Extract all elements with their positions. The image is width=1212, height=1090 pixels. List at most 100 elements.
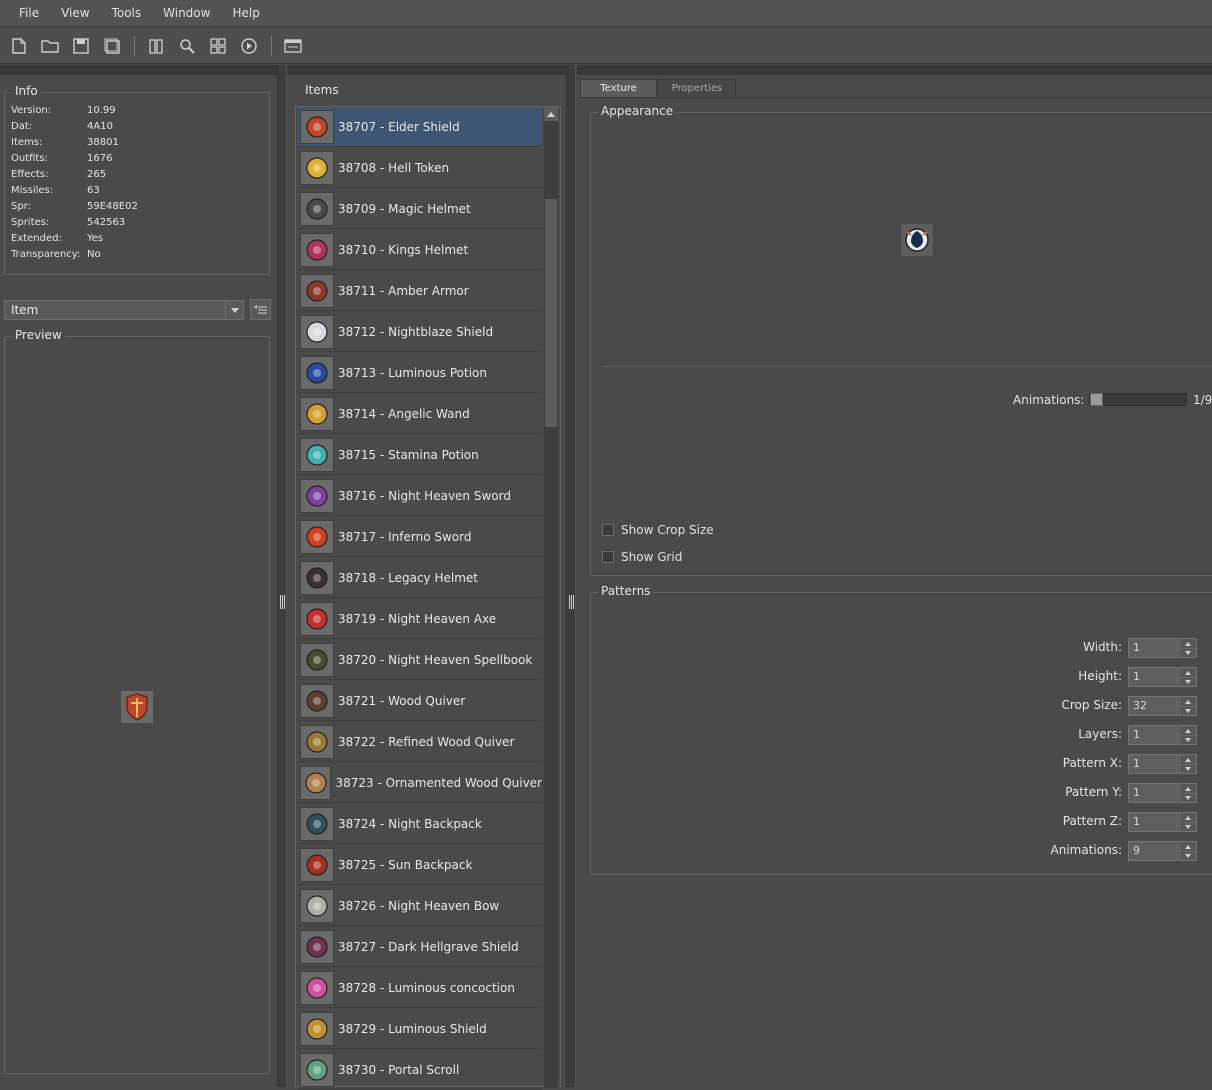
spin-up-icon[interactable]: [1180, 813, 1196, 822]
spin-down-icon[interactable]: [1180, 851, 1196, 860]
list-item[interactable]: 38728 - Luminous concoction: [298, 968, 542, 1008]
list-item[interactable]: 38714 - Angelic Wand: [298, 394, 542, 434]
toolbar: [0, 28, 1212, 64]
show-crop-size-row[interactable]: Show Crop Size: [602, 523, 714, 537]
spin-up-icon[interactable]: [1180, 784, 1196, 793]
item-sprite-icon: [300, 560, 334, 595]
sprite-grid-button[interactable]: [207, 35, 229, 57]
spin-down-icon[interactable]: [1180, 735, 1196, 744]
find-button[interactable]: [176, 35, 198, 57]
spin-down-icon[interactable]: [1180, 793, 1196, 802]
pattern-field-input[interactable]: 1: [1128, 754, 1178, 774]
menu-help[interactable]: Help: [221, 0, 270, 27]
pattern-field-input[interactable]: 1: [1128, 667, 1178, 687]
spin-down-icon[interactable]: [1180, 822, 1196, 831]
item-label: 38710 - Kings Helmet: [338, 242, 469, 257]
list-item[interactable]: 38723 - Ornamented Wood Quiver: [298, 763, 542, 803]
list-item[interactable]: 38710 - Kings Helmet: [298, 230, 542, 270]
scroll-up-arrow-icon[interactable]: [544, 107, 558, 121]
list-item[interactable]: 38707 - Elder Shield: [298, 107, 542, 147]
spin-up-icon[interactable]: [1180, 842, 1196, 851]
compile-button[interactable]: [145, 35, 167, 57]
save-as-button[interactable]: [101, 35, 123, 57]
appearance-group: Appearance Animations: 1/9 Show Crop Siz…: [590, 104, 1212, 576]
show-grid-row[interactable]: Show Grid: [602, 550, 682, 564]
tab-texture[interactable]: Texture: [580, 79, 657, 98]
shield-icon: [126, 693, 148, 721]
spin-buttons[interactable]: [1179, 667, 1197, 687]
spin-buttons[interactable]: [1179, 696, 1197, 716]
menu-view[interactable]: View: [50, 0, 100, 27]
scroll-thumb[interactable]: [545, 199, 557, 427]
right-splitter[interactable]: [566, 65, 576, 1087]
pattern-field-input[interactable]: 9: [1128, 841, 1178, 861]
pattern-field-input[interactable]: 1: [1128, 638, 1178, 658]
spin-buttons[interactable]: [1179, 725, 1197, 745]
list-item[interactable]: 38716 - Night Heaven Sword: [298, 476, 542, 516]
items-scrollbar[interactable]: [544, 107, 558, 1088]
list-item[interactable]: 38711 - Amber Armor: [298, 271, 542, 311]
list-item[interactable]: 38729 - Luminous Shield: [298, 1009, 542, 1049]
list-item[interactable]: 38725 - Sun Backpack: [298, 845, 542, 885]
list-item[interactable]: 38718 - Legacy Helmet: [298, 558, 542, 598]
list-item[interactable]: 38717 - Inferno Sword: [298, 517, 542, 557]
open-button[interactable]: [39, 35, 61, 57]
list-item[interactable]: 38709 - Magic Helmet: [298, 189, 542, 229]
show-crop-size-checkbox[interactable]: [602, 524, 614, 536]
item-label: 38708 - Hell Token: [338, 160, 450, 175]
list-item[interactable]: 38708 - Hell Token: [298, 148, 542, 188]
pattern-field-input[interactable]: 1: [1128, 812, 1178, 832]
spin-buttons[interactable]: [1179, 783, 1197, 803]
list-item[interactable]: 38726 - Night Heaven Bow: [298, 886, 542, 926]
spin-buttons[interactable]: [1179, 754, 1197, 774]
category-select[interactable]: Item: [4, 300, 244, 320]
list-item[interactable]: 38730 - Portal Scroll: [298, 1050, 542, 1090]
menu-tools[interactable]: Tools: [101, 0, 153, 27]
left-splitter[interactable]: [277, 65, 287, 1087]
menu-window[interactable]: Window: [152, 0, 221, 27]
log-window-button[interactable]: [282, 35, 304, 57]
list-item[interactable]: 38724 - Night Backpack: [298, 804, 542, 844]
list-item[interactable]: 38719 - Night Heaven Axe: [298, 599, 542, 639]
spin-down-icon[interactable]: [1180, 706, 1196, 715]
tab-properties[interactable]: Properties: [658, 79, 736, 98]
spin-down-icon[interactable]: [1180, 764, 1196, 773]
spin-up-icon[interactable]: [1180, 697, 1196, 706]
list-item[interactable]: 38713 - Luminous Potion: [298, 353, 542, 393]
list-item[interactable]: 38712 - Nightblaze Shield: [298, 312, 542, 352]
item-label: 38725 - Sun Backpack: [338, 857, 473, 872]
spin-down-icon[interactable]: [1180, 677, 1196, 686]
spin-buttons[interactable]: [1179, 812, 1197, 832]
new-file-button[interactable]: [8, 35, 30, 57]
spin-up-icon[interactable]: [1180, 668, 1196, 677]
item-label: 38713 - Luminous Potion: [338, 365, 487, 380]
spin-buttons[interactable]: [1179, 638, 1197, 658]
spin-up-icon[interactable]: [1180, 755, 1196, 764]
item-sprite-icon: [300, 396, 334, 431]
play-animation-button[interactable]: [238, 35, 260, 57]
list-item[interactable]: 38721 - Wood Quiver: [298, 681, 542, 721]
list-item[interactable]: 38727 - Dark Hellgrave Shield: [298, 927, 542, 967]
list-item[interactable]: 38715 - Stamina Potion: [298, 435, 542, 475]
item-label: 38729 - Luminous Shield: [338, 1021, 487, 1036]
menu-bar: File View Tools Window Help: [0, 0, 1212, 27]
pattern-field-label: Pattern Y:: [1065, 785, 1122, 799]
spin-down-icon[interactable]: [1180, 648, 1196, 657]
pattern-field-input[interactable]: 1: [1128, 783, 1178, 803]
menu-file[interactable]: File: [8, 0, 50, 27]
category-options-button[interactable]: [250, 299, 271, 320]
pattern-field-input[interactable]: 32: [1128, 696, 1178, 716]
show-grid-checkbox[interactable]: [602, 551, 614, 563]
chevron-down-icon[interactable]: [225, 301, 243, 319]
list-item[interactable]: 38720 - Night Heaven Spellbook: [298, 640, 542, 680]
spin-buttons[interactable]: [1179, 841, 1197, 861]
list-item[interactable]: 38722 - Refined Wood Quiver: [298, 722, 542, 762]
spin-up-icon[interactable]: [1180, 726, 1196, 735]
slider-handle[interactable]: [1090, 393, 1103, 406]
info-value: 10.99: [87, 105, 116, 116]
pattern-field-input[interactable]: 1: [1128, 725, 1178, 745]
texture-tab-body: Appearance Animations: 1/9 Show Crop Siz…: [579, 97, 1212, 1087]
spin-up-icon[interactable]: [1180, 639, 1196, 648]
save-button[interactable]: [70, 35, 92, 57]
animation-frame-slider[interactable]: [1089, 393, 1187, 406]
